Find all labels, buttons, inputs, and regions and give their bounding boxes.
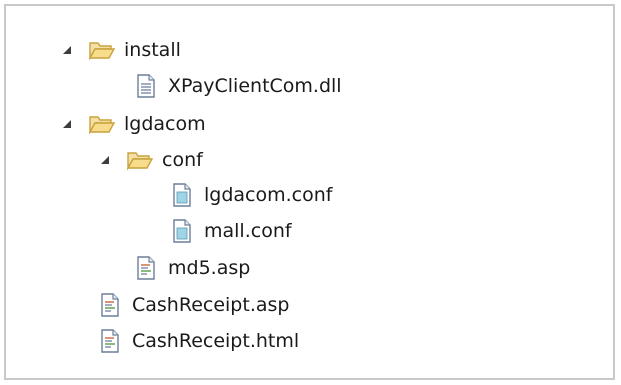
tree-panel: install XPayClientCom.dll lgdacom conf l… <box>4 4 615 380</box>
tree-item-lgdacom[interactable]: lgdacom <box>60 109 206 139</box>
tree-item-install[interactable]: install <box>60 35 181 65</box>
tree-item-conf[interactable]: conf <box>98 145 203 175</box>
tree-item-label: conf <box>162 149 203 171</box>
conf-file-icon <box>168 218 196 244</box>
open-folder-icon <box>126 147 154 173</box>
dll-file-icon <box>132 73 160 99</box>
tree-item-label: lgdacom.conf <box>204 184 333 206</box>
conf-file-icon <box>168 182 196 208</box>
tree-item-label: CashReceipt.asp <box>132 294 290 316</box>
tree-item-cashreceipt-html[interactable]: CashReceipt.html <box>96 326 299 356</box>
asp-file-icon <box>96 292 124 318</box>
tree-item-mall-conf[interactable]: mall.conf <box>168 216 292 246</box>
tree-item-label: install <box>124 39 181 61</box>
expanded-arrow-icon[interactable] <box>60 43 74 57</box>
tree-item-label: XPayClientCom.dll <box>168 75 342 97</box>
tree-item-label: lgdacom <box>124 113 206 135</box>
tree-item-lgdacom-conf[interactable]: lgdacom.conf <box>168 180 332 210</box>
tree-item-label: md5.asp <box>168 257 251 279</box>
tree-item-label: CashReceipt.html <box>132 330 300 352</box>
tree-item-md5-asp[interactable]: md5.asp <box>132 253 250 283</box>
open-folder-icon <box>88 37 116 63</box>
file-tree: install XPayClientCom.dll lgdacom conf l… <box>6 6 613 378</box>
tree-item-xpayclientcom-dll[interactable]: XPayClientCom.dll <box>132 71 342 101</box>
open-folder-icon <box>88 111 116 137</box>
asp-file-icon <box>132 255 160 281</box>
tree-item-cashreceipt-asp[interactable]: CashReceipt.asp <box>96 290 289 320</box>
tree-item-label: mall.conf <box>204 220 292 242</box>
expanded-arrow-icon[interactable] <box>60 117 74 131</box>
html-file-icon <box>96 328 124 354</box>
expanded-arrow-icon[interactable] <box>98 153 112 167</box>
